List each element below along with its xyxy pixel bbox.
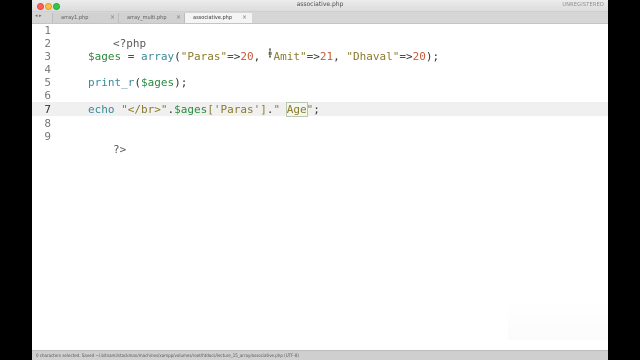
code-area[interactable]: <?php $ages = array("Paras"=>20, "Amit"=… (60, 24, 439, 167)
code-number: 21 (319, 50, 334, 63)
tab-label: array_multi.php (127, 15, 167, 21)
code-number: 20 (412, 50, 426, 63)
code-function: array (141, 50, 175, 63)
status-bar: 0 characters selected. Saved ~/.bitnami/… (32, 350, 608, 360)
code-string: " (273, 103, 287, 116)
line-number: 5 (44, 76, 51, 89)
minimap-area[interactable] (508, 300, 608, 340)
unregistered-label: UNREGISTERED (562, 2, 604, 8)
code-string: "</br>" (121, 103, 168, 116)
code-comma: , (253, 50, 267, 63)
code-arrow: => (227, 50, 241, 63)
tab-label: associative.php (193, 15, 233, 21)
line-number: 7 (44, 103, 51, 116)
line-number: 6 (44, 89, 51, 102)
code-variable: $ages (88, 50, 122, 63)
tab-label: array1.php (61, 15, 89, 21)
close-tab-icon[interactable]: × (110, 13, 115, 23)
code-paren: ( (174, 50, 181, 63)
code-arrow: => (399, 50, 413, 63)
window-title: associative.php (296, 1, 344, 8)
code-editor[interactable]: 1 2 3 4 5 6 7 8 9 <?php $ages = array("P… (32, 24, 608, 350)
php-open-tag: <?php (112, 37, 147, 50)
tab-bar: ◂ ▸ array1.php × array_multi.php × assoc… (32, 12, 608, 24)
tab-array-multi[interactable]: array_multi.php × (118, 13, 186, 23)
code-line: print_r($ages); (88, 76, 187, 89)
code-function: print_r (88, 76, 135, 89)
line-number: 9 (44, 130, 51, 143)
php-close-tag: ?> (112, 143, 127, 156)
line-number-gutter: 1 2 3 4 5 6 7 8 9 (32, 24, 54, 350)
line-number: 2 (44, 37, 51, 50)
code-string-selection: Age (285, 102, 308, 117)
code-paren: ( (134, 76, 141, 89)
close-tab-icon[interactable]: × (242, 13, 247, 23)
code-string: "Dhaval" (346, 50, 400, 63)
code-number: 20 (240, 50, 254, 63)
code-line: echo "</br>".$ages['Paras']." Age"; (88, 102, 320, 117)
code-index: ['Paras'] (207, 103, 267, 116)
code-paren: ); (174, 76, 188, 89)
code-comma: , (333, 50, 347, 63)
tab-array1[interactable]: array1.php × (52, 13, 120, 23)
line-number: 8 (44, 117, 51, 130)
line-number: 4 (44, 63, 51, 76)
code-keyword: echo (88, 103, 115, 116)
code-semicolon: ; (313, 103, 320, 116)
tab-nav-arrows-icon[interactable]: ◂ ▸ (35, 13, 42, 19)
title-bar: associative.php UNREGISTERED (32, 0, 608, 12)
tab-associative[interactable]: associative.php × (184, 13, 252, 23)
code-paren: ); (425, 50, 440, 63)
code-string: "Paras" (180, 50, 228, 63)
code-variable: $ages (140, 76, 175, 89)
line-number: 1 (44, 24, 51, 37)
line-number: 3 (44, 50, 51, 63)
code-operator: = (121, 50, 141, 63)
code-line: $ages = array("Paras"=>20, "Amit"=>21, "… (88, 50, 439, 63)
code-arrow: => (306, 50, 320, 63)
editor-window: associative.php UNREGISTERED ◂ ▸ array1.… (32, 0, 608, 360)
code-variable: $ages (174, 103, 208, 116)
code-line: ?> (60, 130, 126, 169)
text-cursor-icon (269, 48, 271, 58)
close-tab-icon[interactable]: × (176, 13, 181, 23)
